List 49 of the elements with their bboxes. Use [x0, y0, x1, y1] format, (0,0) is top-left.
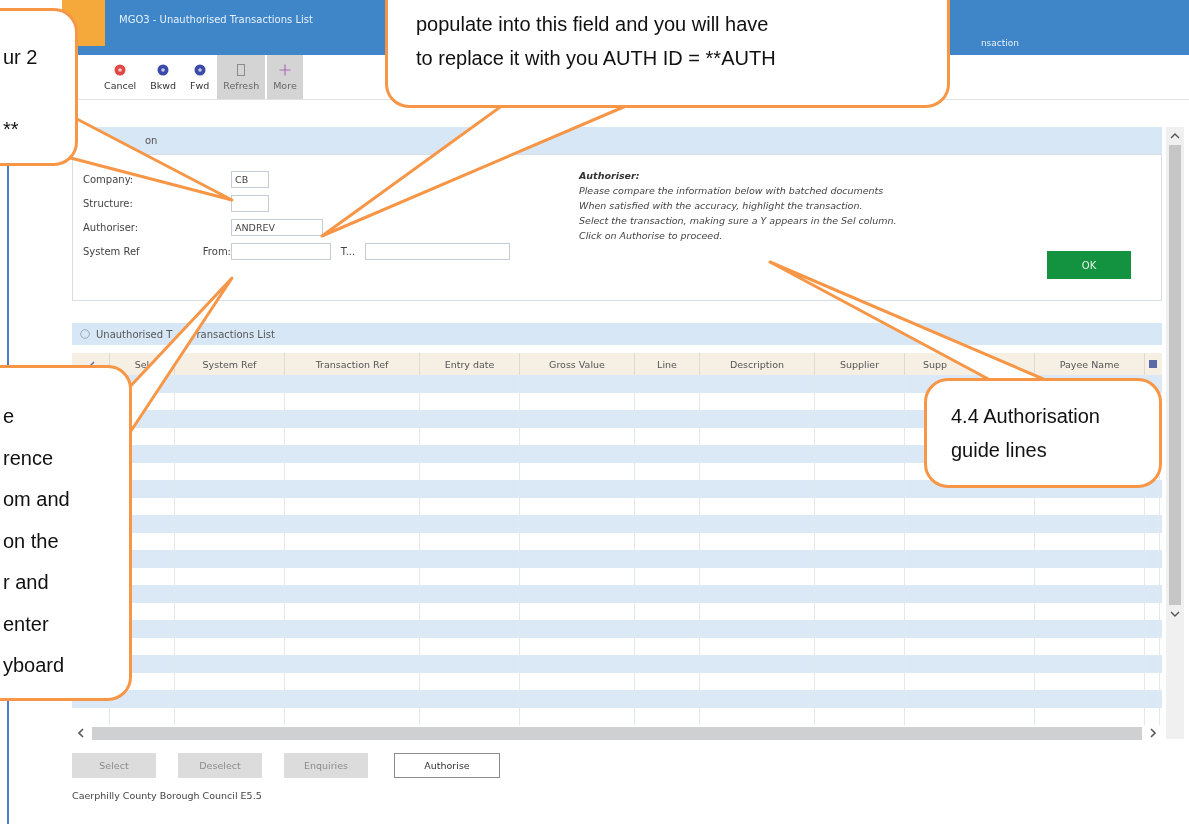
callout-text: populate into this field and you will have to replace it with you AUTH ID = **AUTH: [416, 12, 777, 71]
column-header[interactable]: Description: [729, 358, 785, 370]
circle-icon: [193, 63, 206, 76]
input-field[interactable]: CB: [231, 171, 269, 188]
column-header[interactable]: Gross Value: [549, 358, 605, 370]
field-label: System Ref: [83, 246, 141, 257]
guide-text: Please compare the information below with batched documents: [579, 185, 885, 196]
guide-text: When satisfied with the accuracy, highlight the transaction.: [579, 200, 864, 211]
field-label: T...: [339, 246, 357, 257]
panel-title: on: [145, 135, 158, 146]
guide-heading: Authoriser:: [579, 170, 641, 181]
grid-icon[interactable]: [1147, 359, 1158, 369]
field-label: Structure:: [83, 198, 134, 209]
guide-text: Click on Authorise to proceed.: [579, 230, 724, 241]
input-field[interactable]: [231, 195, 269, 212]
field-label: Authoriser:: [83, 222, 140, 233]
field-label: Company:: [83, 174, 135, 185]
column-header[interactable]: Transaction Ref: [315, 358, 389, 370]
guide-text: Select the transaction, making sure a Y appears in the Sel column.: [579, 215, 897, 226]
cancel-icon: [114, 63, 127, 76]
list-title: Unauthorised T: [96, 328, 173, 340]
input-field[interactable]: ANDREV: [231, 219, 323, 236]
page-icon: [235, 63, 248, 76]
scroll-down-icon[interactable]: [1170, 609, 1180, 619]
field-label: From:: [201, 246, 231, 257]
column-header[interactable]: Supplier: [839, 358, 880, 370]
input-field[interactable]: [231, 243, 331, 260]
column-header[interactable]: Entry date: [444, 358, 495, 370]
scroll-left-icon[interactable]: [76, 728, 86, 738]
vertical-scrollbar[interactable]: [1166, 127, 1184, 739]
column-header[interactable]: Payee Name: [1059, 358, 1120, 370]
plus-icon: [278, 63, 291, 76]
scroll-up-icon[interactable]: [1170, 131, 1180, 141]
scroll-right-icon[interactable]: [1148, 728, 1158, 738]
circle-icon: [157, 63, 170, 76]
column-header[interactable]: System Ref: [202, 358, 257, 370]
window-title: MGO3 - Unauthorised Transactions List: [119, 14, 313, 25]
window-subtitle: nsaction: [980, 38, 1020, 48]
callout-text: e rence om and on the r and enter yboard: [3, 404, 71, 678]
input-field[interactable]: [365, 243, 510, 260]
footer-text: Caerphilly County Borough Council E5.5: [72, 790, 263, 801]
column-header[interactable]: Line: [657, 358, 677, 370]
column-header[interactable]: Sel: [134, 358, 150, 370]
action-button[interactable]: Authorise: [394, 753, 500, 778]
callout-text: 4.4 Authorisation guide lines: [951, 404, 1101, 463]
ok-button[interactable]: OK: [1047, 251, 1131, 279]
callout-text: ur 2 **: [3, 45, 39, 142]
column-header[interactable]: Supp: [923, 358, 948, 370]
list-title: ransactions List: [196, 328, 275, 340]
